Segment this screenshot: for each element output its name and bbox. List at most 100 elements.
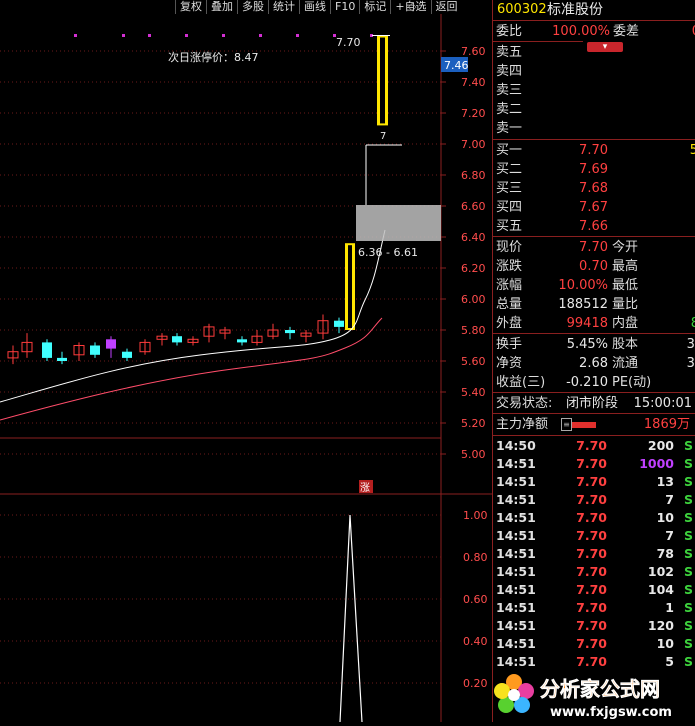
tick-side: S <box>684 456 694 471</box>
price-tick-label: 5.60 <box>461 355 486 368</box>
signal-dot <box>74 34 77 37</box>
tick-volume: 7 <box>665 492 674 507</box>
main-flow-value: 1869万 <box>643 417 690 432</box>
weicha-label: 委差 <box>613 24 640 39</box>
tick-row[interactable]: 14:51 7.70 78 S <box>493 545 695 563</box>
sell-level-row[interactable]: 卖一 <box>493 119 695 138</box>
kline-chart[interactable]: 次日涨停价：8.47 7.70 7 6.36 - 6.61 7.60 7.40 7.… <box>0 14 492 723</box>
stat-label: 净资 <box>496 356 523 371</box>
tick-time: 14:51 <box>496 492 536 507</box>
buy-level-row[interactable]: 买四 7.67 <box>493 198 695 217</box>
stat-row: 涨跌 0.70 最高 <box>493 257 695 276</box>
tick-time: 14:51 <box>496 474 536 489</box>
sell-level-row[interactable]: 卖四 <box>493 62 695 81</box>
top-dots <box>74 34 373 37</box>
buy-level-price: 7.66 <box>579 219 608 234</box>
main-flow-bar <box>572 422 596 428</box>
toolbar-button-f10[interactable]: F10 <box>330 0 359 14</box>
tick-row[interactable]: 14:51 7.70 7 S <box>493 527 695 545</box>
signal-dot <box>259 34 262 37</box>
stock-code[interactable]: 600302 <box>497 0 547 20</box>
candle-body <box>334 320 344 327</box>
stat-label: 涨跌 <box>496 259 523 274</box>
sell-level-label: 卖五 <box>496 45 523 60</box>
toolbar-button-stats[interactable]: 统计 <box>268 0 299 14</box>
stat-label: 收益(三) <box>496 375 546 390</box>
weibi-row: 委比 100.00% 委差 0 <box>493 22 695 41</box>
tick-price: 7.70 <box>576 582 607 597</box>
toolbar-button-mark[interactable]: 标记 <box>359 0 390 14</box>
buy-level-price: 7.69 <box>579 162 608 177</box>
toolbar-button-draw[interactable]: 画线 <box>299 0 330 14</box>
sell-level-row[interactable]: 卖二 <box>493 100 695 119</box>
buy-level-price: 7.70 <box>579 143 608 158</box>
bar-label: 7 <box>380 131 386 142</box>
tick-price: 7.70 <box>576 456 607 471</box>
toolbar-button-overlay[interactable]: 叠加 <box>206 0 237 14</box>
candles <box>7 35 390 365</box>
stock-name[interactable]: 标准股份 <box>547 0 603 20</box>
stat-row: 收益(三) -0.210 PE(动) <box>493 373 695 392</box>
tick-row[interactable]: 14:51 7.70 120 S <box>493 617 695 635</box>
ma-line-white <box>0 229 386 403</box>
stat-value: 0.70 <box>579 259 608 274</box>
buy-level-row[interactable]: 买二 7.69 <box>493 160 695 179</box>
price-tick-label: 7.20 <box>461 107 486 120</box>
tick-price: 7.70 <box>576 636 607 651</box>
signal-dot <box>122 34 125 37</box>
toolbar-button-back[interactable]: 返回 <box>430 0 462 14</box>
tick-volume: 7 <box>665 528 674 543</box>
stat-row: 换手 5.45% 股本 3. <box>493 335 695 354</box>
buy-level-row[interactable]: 买五 7.66 <box>493 217 695 236</box>
tick-row[interactable]: 14:51 7.70 1000 S <box>493 455 695 473</box>
stat-value: 188512 <box>558 297 608 312</box>
tick-row[interactable]: 14:51 7.70 7 S <box>493 491 695 509</box>
separator <box>493 435 695 436</box>
separator <box>493 139 695 140</box>
gap-range-label: 6.36 - 6.61 <box>358 246 418 259</box>
price-tick-label: 6.20 <box>461 262 486 275</box>
tick-volume: 102 <box>647 564 674 579</box>
kline-svg[interactable]: 次日涨停价：8.47 7.70 7 6.36 - 6.61 7.607.407.… <box>0 14 492 723</box>
toolbar-button-multi[interactable]: 多股 <box>237 0 268 14</box>
watermark-url: www.fxjgsw.com <box>550 705 672 720</box>
high-price-label: 7.70 <box>336 36 361 49</box>
separator <box>493 20 695 21</box>
price-tick-label: 5.00 <box>461 448 486 461</box>
buy-level-price: 7.68 <box>579 181 608 196</box>
tick-row[interactable]: 14:51 7.70 102 S <box>493 563 695 581</box>
toolbar-button-fuquan[interactable]: 复权 <box>175 0 206 14</box>
stat-value: 7.70 <box>579 240 608 255</box>
tick-time: 14:51 <box>496 546 536 561</box>
tick-side: S <box>684 546 694 561</box>
buy-level-row[interactable]: 买一 7.70 5 <box>493 141 695 160</box>
list-icon[interactable]: ≡ <box>561 418 572 431</box>
stat-value: 3. <box>686 337 695 352</box>
tick-row[interactable]: 14:51 7.70 10 S <box>493 635 695 653</box>
tick-row[interactable]: 14:51 7.70 10 S <box>493 509 695 527</box>
buy-level-label: 买五 <box>496 219 523 234</box>
sell-level-row[interactable]: 卖五 <box>493 43 695 62</box>
tick-row[interactable]: 14:50 7.70 200 S <box>493 437 695 455</box>
stat-value: 8 <box>691 314 695 333</box>
tick-row[interactable]: 14:51 7.70 1 S <box>493 599 695 617</box>
tick-price: 7.70 <box>576 600 607 615</box>
stat-value: 10.00% <box>558 278 608 293</box>
tick-time: 14:51 <box>496 564 536 579</box>
price-tick-label: 6.60 <box>461 200 486 213</box>
stat-label: 换手 <box>496 337 523 352</box>
buy-level-price: 7.67 <box>579 200 608 215</box>
separator <box>493 236 695 237</box>
main-flow-label: 主力净额 <box>496 417 549 432</box>
stat-row: 外盘 99418 内盘 8 <box>493 314 695 333</box>
sell-level-label: 卖一 <box>496 121 523 136</box>
tick-row[interactable]: 14:51 7.70 104 S <box>493 581 695 599</box>
price-tick-label: 5.40 <box>461 386 486 399</box>
diamond-icon[interactable]: ◇ <box>408 0 416 13</box>
price-tick-label: 6.00 <box>461 293 486 306</box>
stat-value: 3. <box>686 356 695 371</box>
watermark-title: 分析家公式网 <box>540 677 660 701</box>
buy-level-row[interactable]: 买三 7.68 <box>493 179 695 198</box>
tick-row[interactable]: 14:51 7.70 13 S <box>493 473 695 491</box>
sell-level-row[interactable]: 卖三 <box>493 81 695 100</box>
